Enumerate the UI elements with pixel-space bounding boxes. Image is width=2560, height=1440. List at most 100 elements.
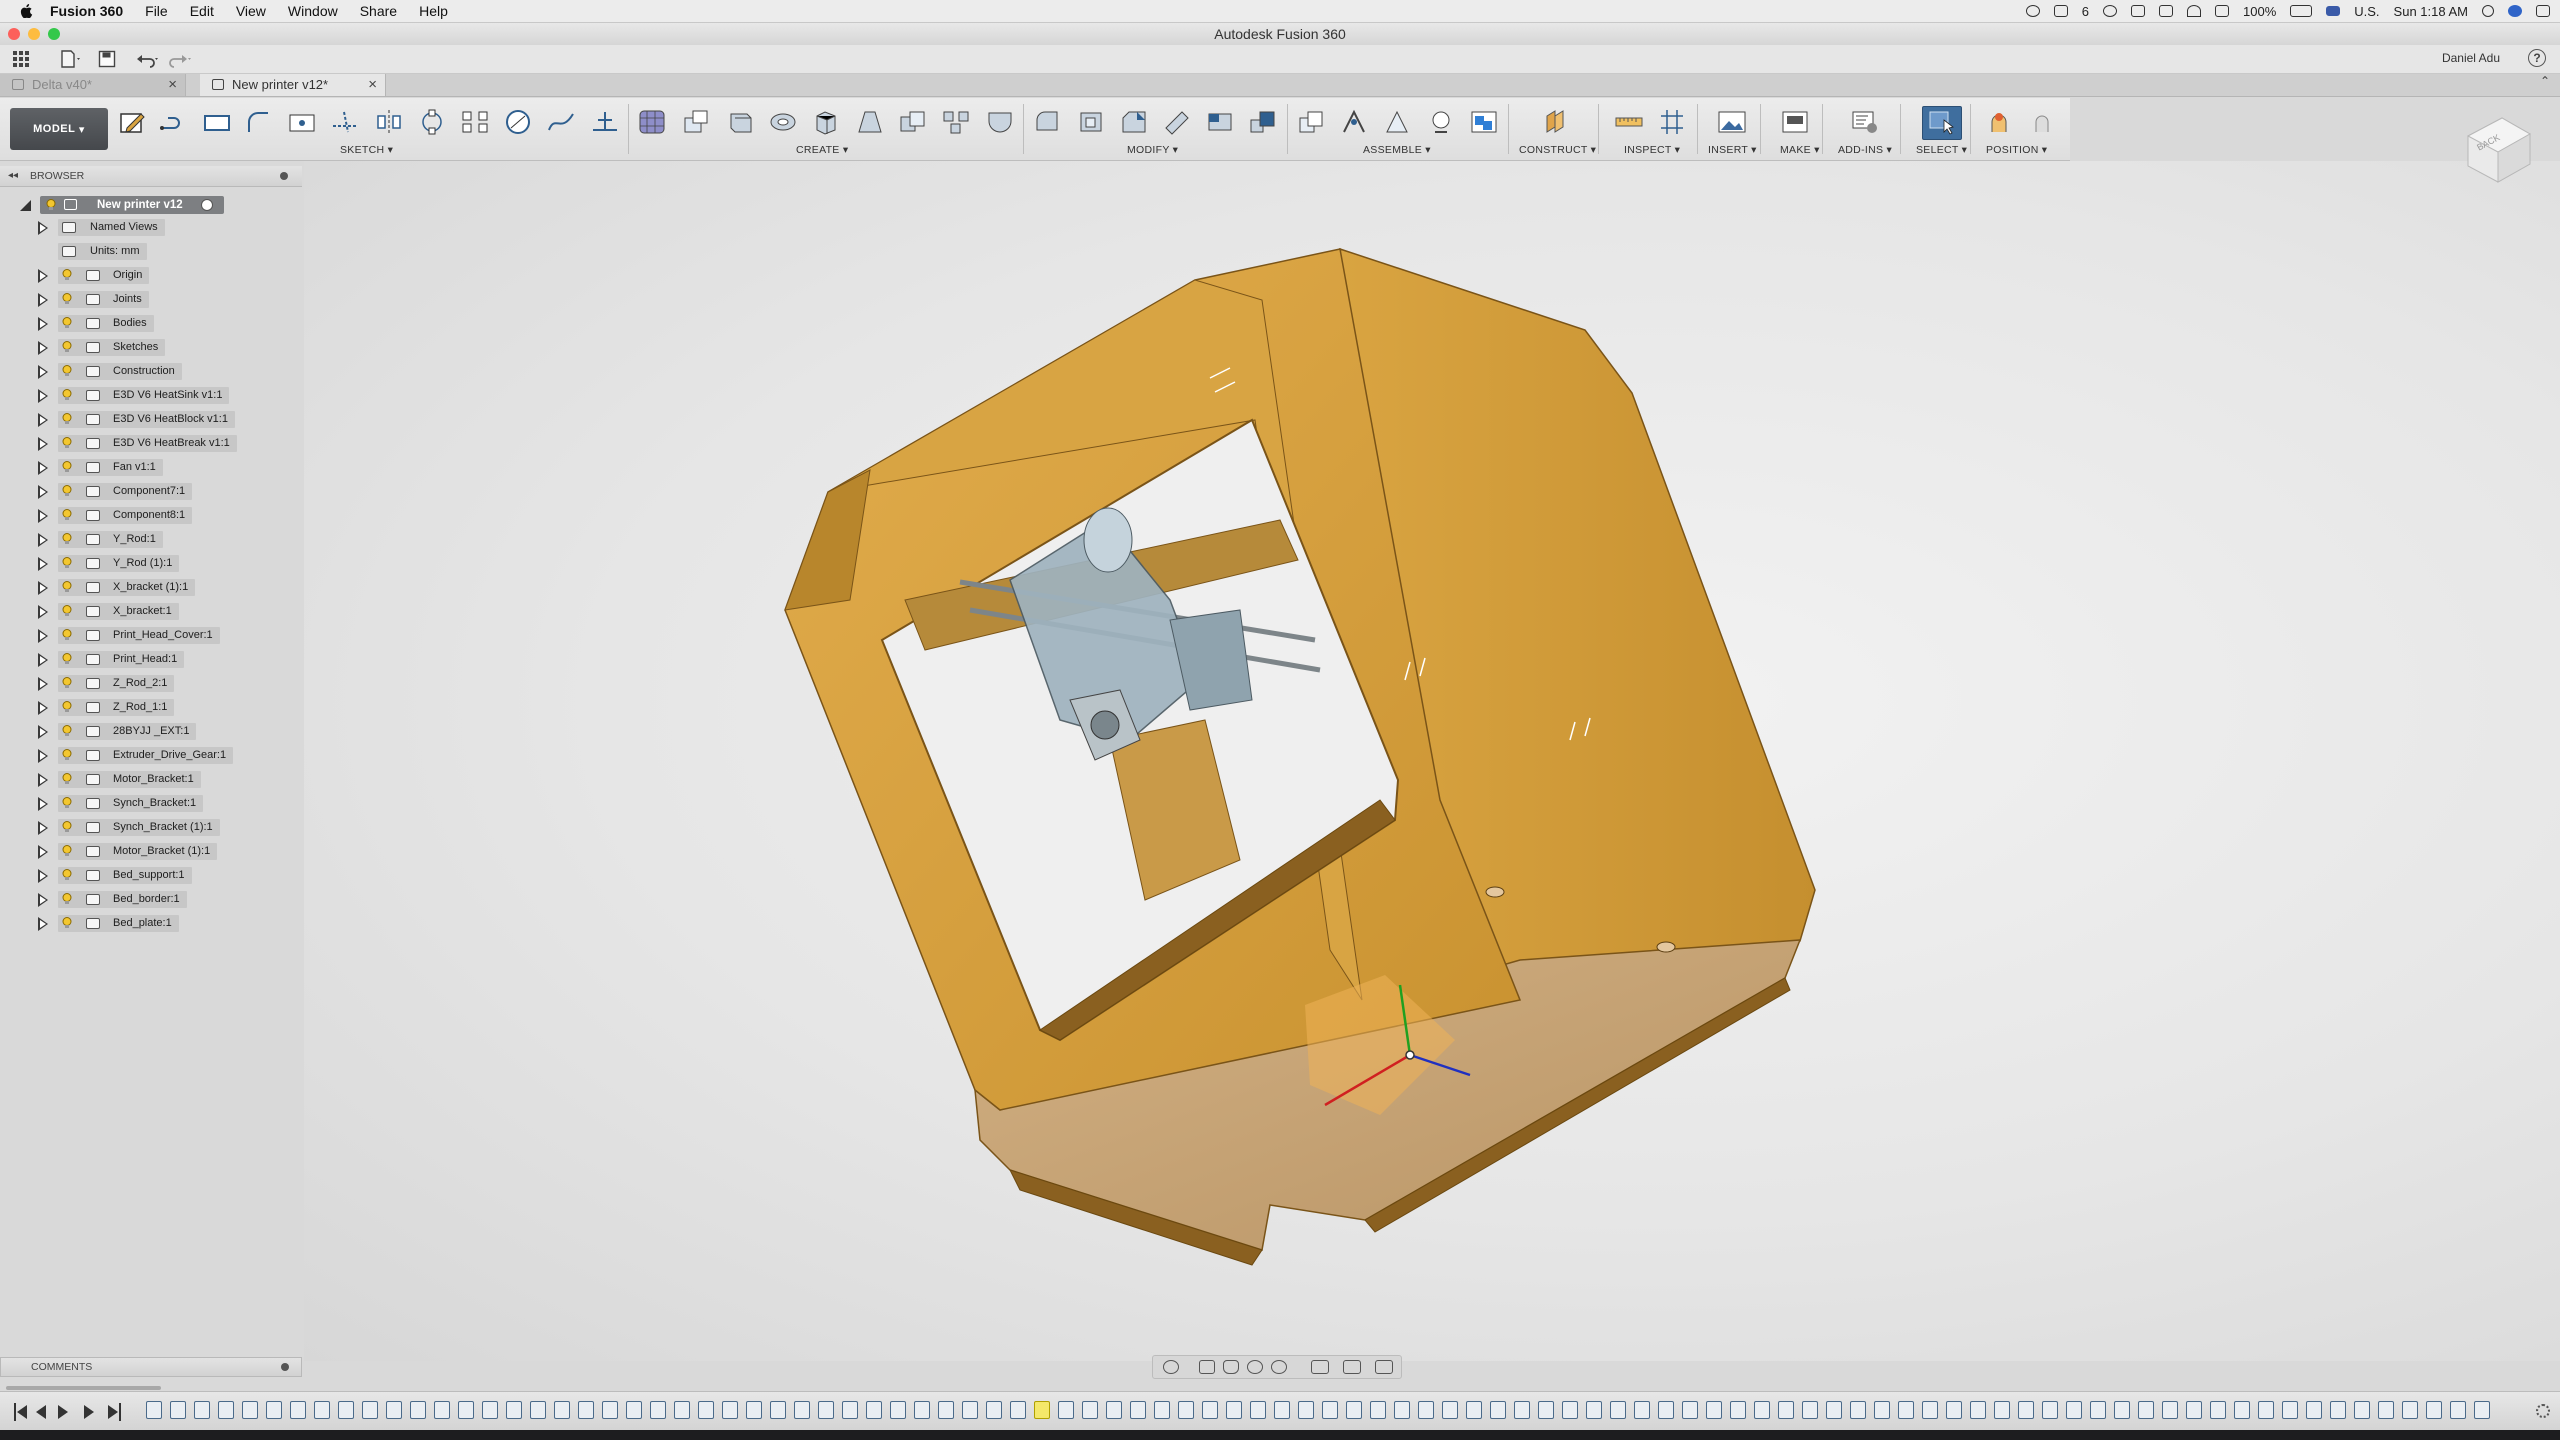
expand-arrow-icon[interactable] xyxy=(38,677,48,691)
expand-arrow-icon[interactable] xyxy=(38,557,48,571)
arc-icon[interactable] xyxy=(244,108,274,136)
timeline-feature-icon[interactable] xyxy=(1106,1401,1122,1419)
canvas-viewport[interactable]: BACK xyxy=(304,117,2560,1361)
browser-node[interactable]: X_bracket (1):1 xyxy=(0,578,260,598)
timeline-feature-icon[interactable] xyxy=(2066,1401,2082,1419)
expand-arrow-icon[interactable] xyxy=(38,893,48,907)
timeline-feature-icon[interactable] xyxy=(794,1401,810,1419)
fillet-icon[interactable] xyxy=(1076,108,1106,136)
play-icon[interactable] xyxy=(58,1405,68,1419)
bulb-icon[interactable] xyxy=(62,677,72,689)
point-icon[interactable] xyxy=(287,108,317,136)
revert-position-icon[interactable] xyxy=(2026,108,2056,136)
timeline-feature-icon[interactable] xyxy=(1418,1401,1434,1419)
timeline-feature-icon[interactable] xyxy=(2114,1401,2130,1419)
workspace-switcher[interactable]: MODEL ▾ xyxy=(10,108,108,150)
browser-node[interactable]: Sketches xyxy=(0,338,260,358)
timeline-feature-icon[interactable] xyxy=(2354,1401,2370,1419)
wifi-icon[interactable] xyxy=(2187,5,2201,17)
timeline-feature-icon[interactable] xyxy=(1346,1401,1362,1419)
browser-node[interactable]: Z_Rod_1:1 xyxy=(0,698,260,718)
expand-arrow-icon[interactable] xyxy=(38,869,48,883)
go-to-end-bar-icon[interactable] xyxy=(119,1403,121,1421)
browser-node[interactable]: Bed_plate:1 xyxy=(0,914,260,934)
viewports-icon[interactable] xyxy=(1375,1360,1393,1374)
timeline-feature-icon[interactable] xyxy=(290,1401,306,1419)
timeline-feature-icon[interactable] xyxy=(194,1401,210,1419)
bulb-icon[interactable] xyxy=(62,893,72,905)
box-icon[interactable] xyxy=(811,108,841,136)
timeline-feature-icon[interactable] xyxy=(2402,1401,2418,1419)
save-button[interactable] xyxy=(94,48,120,70)
timeline-feature-icon[interactable] xyxy=(1922,1401,1938,1419)
mirror-body-icon[interactable] xyxy=(985,108,1015,136)
expand-arrow-icon[interactable] xyxy=(38,221,48,235)
timeline-feature-icon[interactable] xyxy=(866,1401,882,1419)
tree-root[interactable]: New printer v12 xyxy=(40,196,224,214)
timeline-feature-icon[interactable] xyxy=(530,1401,546,1419)
redo-button[interactable] xyxy=(166,48,192,70)
project-icon[interactable] xyxy=(590,108,620,136)
timeline-settings-gear-icon[interactable] xyxy=(2536,1404,2550,1418)
browser-node[interactable]: Z_Rod_2:1 xyxy=(0,674,260,694)
bulb-icon[interactable] xyxy=(62,461,72,473)
bulb-icon[interactable] xyxy=(62,485,72,497)
timeline-feature-icon[interactable] xyxy=(1250,1401,1266,1419)
timeline-feature-icon[interactable] xyxy=(458,1401,474,1419)
browser-node[interactable]: Construction xyxy=(0,362,260,382)
bulb-icon[interactable] xyxy=(62,365,72,377)
timeline-feature-icon[interactable] xyxy=(242,1401,258,1419)
timeline-feature-icon[interactable] xyxy=(2018,1401,2034,1419)
bulb-icon[interactable] xyxy=(62,701,72,713)
expand-arrow-icon[interactable] xyxy=(38,725,48,739)
bulb-icon[interactable] xyxy=(62,845,72,857)
timeline-feature-icon[interactable] xyxy=(1322,1401,1338,1419)
collapse-panel-icon[interactable]: ◂◂ xyxy=(8,166,18,186)
step-forward-icon[interactable] xyxy=(84,1405,94,1419)
rectangle-icon[interactable] xyxy=(202,108,232,136)
bulb-icon[interactable] xyxy=(62,437,72,449)
browser-node[interactable]: 28BYJJ _EXT:1 xyxy=(0,722,260,742)
measure-icon[interactable] xyxy=(1614,108,1644,136)
split-face-icon[interactable] xyxy=(1205,108,1235,136)
capture-position-icon[interactable] xyxy=(1984,108,2014,136)
timeline-feature-icon[interactable] xyxy=(938,1401,954,1419)
assemble-group-label[interactable]: ASSEMBLE ▾ xyxy=(1363,144,1431,156)
chat-icon[interactable] xyxy=(2053,5,2068,17)
bulb-icon[interactable] xyxy=(62,773,72,785)
mirror-icon[interactable] xyxy=(374,108,404,136)
pan-icon[interactable] xyxy=(1223,1360,1239,1374)
menu-edit[interactable]: Edit xyxy=(190,3,214,19)
timeline-feature-icon[interactable] xyxy=(1394,1401,1410,1419)
timeline-feature-icon[interactable] xyxy=(1802,1401,1818,1419)
menu-app-name[interactable]: Fusion 360 xyxy=(50,3,123,19)
create-group-label[interactable]: CREATE ▾ xyxy=(796,144,848,156)
browser-node[interactable]: Component8:1 xyxy=(0,506,260,526)
orbit-icon[interactable] xyxy=(1163,1360,1179,1374)
timeline-feature-icon[interactable] xyxy=(266,1401,282,1419)
close-window-icon[interactable] xyxy=(8,28,20,40)
battery-icon[interactable] xyxy=(2290,5,2313,17)
browser-node[interactable]: Bodies xyxy=(0,314,260,334)
timeline-feature-icon[interactable] xyxy=(1898,1401,1914,1419)
timeline-feature-icon[interactable] xyxy=(602,1401,618,1419)
modify-group-label[interactable]: MODIFY ▾ xyxy=(1127,144,1178,156)
browser-node[interactable]: Synch_Bracket (1):1 xyxy=(0,818,260,838)
bulb-icon[interactable] xyxy=(62,605,72,617)
bulb-icon[interactable] xyxy=(62,917,72,929)
menu-file[interactable]: File xyxy=(145,3,168,19)
timeline-feature-icon[interactable] xyxy=(890,1401,906,1419)
timeline-feature-icon[interactable] xyxy=(2282,1401,2298,1419)
fit-icon[interactable] xyxy=(1271,1360,1287,1374)
bulb-icon[interactable] xyxy=(62,341,72,353)
timeline-feature-icon[interactable] xyxy=(1658,1401,1674,1419)
browser-node[interactable]: Fan v1:1 xyxy=(0,458,260,478)
bulb-icon[interactable] xyxy=(62,389,72,401)
timeline-feature-icon[interactable] xyxy=(770,1401,786,1419)
data-panel-button[interactable] xyxy=(8,48,34,70)
timeline-feature-icon[interactable] xyxy=(2186,1401,2202,1419)
trim-icon[interactable] xyxy=(330,108,360,136)
notification-center-icon[interactable] xyxy=(2536,5,2550,17)
rectangular-pattern-icon[interactable] xyxy=(460,108,490,136)
close-tab-icon[interactable]: × xyxy=(368,74,377,96)
